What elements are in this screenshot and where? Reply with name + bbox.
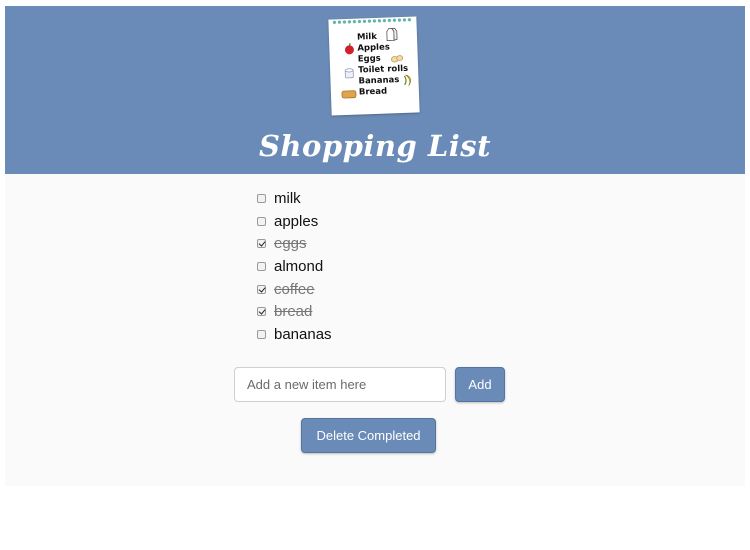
shopping-list: milk apples eggs almond coffee bread ban…	[257, 187, 332, 346]
spiral-binding	[332, 16, 413, 26]
page-title: Shopping List	[258, 129, 492, 163]
apple-icon	[344, 43, 354, 55]
list-item-eggs[interactable]: eggs	[257, 232, 332, 255]
item-checkbox[interactable]	[257, 193, 266, 203]
list-item-almond[interactable]: almond	[257, 255, 332, 278]
item-label: almond	[274, 257, 324, 275]
new-item-input[interactable]	[234, 367, 446, 402]
shopping-note-image: Milk Apples Eggs Toilet rolls Bananas Br…	[328, 16, 420, 116]
item-checkbox[interactable]	[257, 307, 266, 317]
item-label: bananas	[274, 325, 332, 343]
note-line-milk: Milk	[356, 31, 378, 43]
item-checkbox[interactable]	[257, 239, 266, 249]
note-line-apples: Apples	[357, 42, 391, 54]
note-line-bread: Bread	[358, 86, 388, 98]
item-checkbox[interactable]	[257, 284, 266, 294]
header: Milk Apples Eggs Toilet rolls Bananas Br…	[5, 6, 745, 174]
note-line-toilet-rolls: Toilet rolls	[357, 63, 409, 76]
toilet-roll-icon	[344, 68, 354, 79]
delete-completed-button[interactable]: Delete Completed	[301, 418, 436, 453]
item-label: eggs	[274, 235, 307, 253]
item-label: bread	[274, 303, 313, 321]
banana-icon	[403, 74, 411, 86]
list-item-apples[interactable]: apples	[257, 210, 332, 233]
note-paper: Milk Apples Eggs Toilet rolls Bananas Br…	[328, 16, 420, 116]
milk-carton-icon	[386, 27, 398, 41]
bread-icon	[341, 90, 357, 99]
item-label: coffee	[274, 280, 315, 298]
eggs-icon	[390, 55, 404, 63]
list-item-bread[interactable]: bread	[257, 300, 332, 323]
app-container: Milk Apples Eggs Toilet rolls Bananas Br…	[5, 6, 745, 486]
list-item-coffee[interactable]: coffee	[257, 278, 332, 301]
item-checkbox[interactable]	[257, 216, 266, 226]
item-checkbox[interactable]	[257, 261, 266, 271]
item-label: apples	[274, 212, 319, 230]
note-line-eggs: Eggs	[357, 53, 381, 65]
item-checkbox[interactable]	[257, 329, 266, 339]
list-item-milk[interactable]: milk	[257, 187, 332, 210]
add-button[interactable]: Add	[455, 367, 505, 402]
list-item-bananas[interactable]: bananas	[257, 323, 332, 346]
item-label: milk	[274, 189, 301, 207]
note-line-bananas: Bananas	[358, 75, 400, 87]
